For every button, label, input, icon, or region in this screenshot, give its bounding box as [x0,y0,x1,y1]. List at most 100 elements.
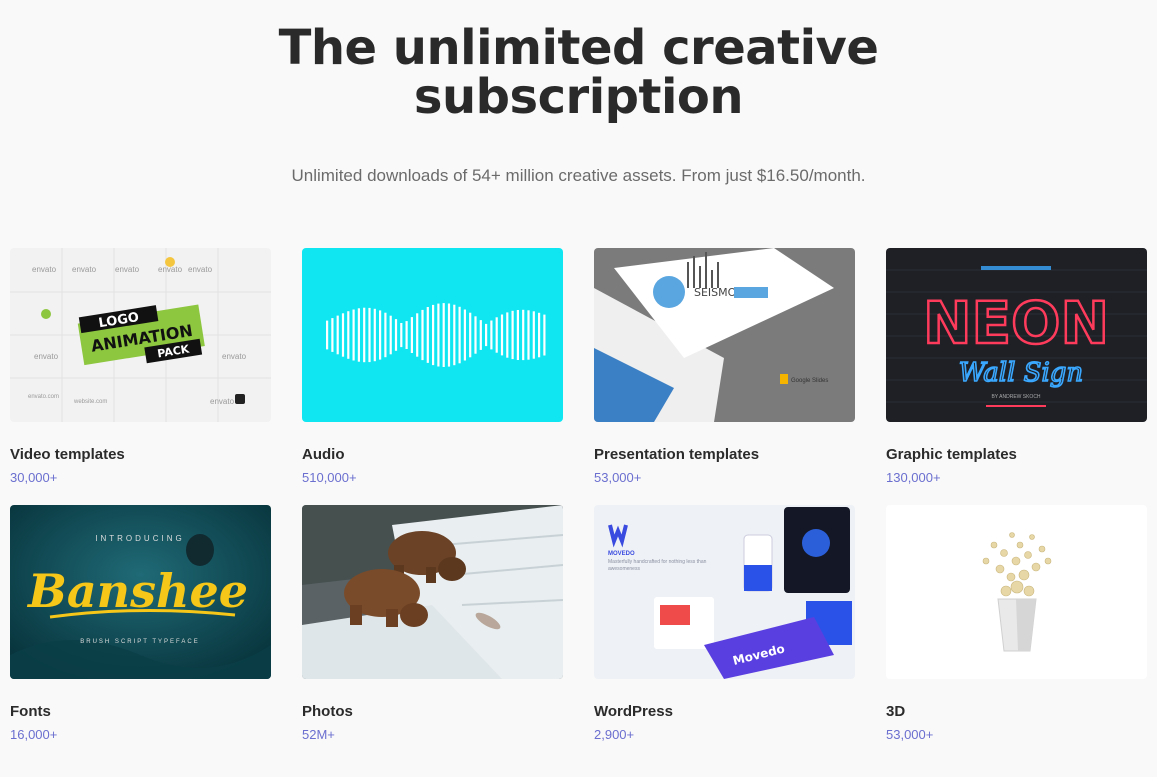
category-count: 53,000+ [886,727,934,742]
brush-script-label: BRUSH SCRIPT TYPEFACE [80,639,199,645]
waveform-bar [389,315,392,355]
waveform-bar [368,307,371,363]
category-card-wordpress[interactable]: MOVEDO Masterfully handcrafted for nothi… [594,505,855,742]
neon-sign-image: NEON Wall Sign BY ANDREW SKOCH [886,248,1147,422]
category-card-graphic-templates[interactable]: NEON Wall Sign BY ANDREW SKOCH Graphic t… [886,248,1147,485]
waveform-bar [469,312,472,358]
audio-thumbnail[interactable] [302,248,563,422]
movedo-theme-image: MOVEDO Masterfully handcrafted for nothi… [594,505,855,679]
category-count: 2,900+ [594,727,635,742]
waveform-bar [458,306,461,364]
category-count: 52M+ [302,727,335,742]
logo-animation-image: envato envato envato envato envato envat… [10,248,271,422]
category-title[interactable]: Video templates [10,446,271,463]
waveform-bar [384,312,387,358]
category-count: 16,000+ [10,727,58,742]
waveform-bar [543,314,546,356]
envato-mark: envato [115,265,140,274]
envato-mark: envato [210,397,235,406]
3d-thumbnail[interactable] [886,505,1147,679]
waveform-bar [527,310,530,360]
envato-mark: envato [222,352,247,361]
waveform-bar [421,309,424,361]
waveform-bar [437,303,440,367]
category-count: 30,000+ [10,470,58,485]
waveform-bar [400,323,403,348]
waveform-bar [416,313,419,357]
waveform-bar [522,309,525,361]
waveform-bar [331,318,334,352]
envato-mark: envato [72,265,97,274]
waveform-bar [538,312,541,358]
waveform-bar [326,320,329,350]
category-card-video-templates[interactable]: envato envato envato envato envato envat… [10,248,271,485]
page-subtitle: Unlimited downloads of 54+ million creat… [291,166,866,185]
seismo-label: SEISMO [694,286,737,299]
waveform-bar [410,317,413,353]
waveform-bar [495,317,498,353]
category-card-3d[interactable]: 3D 53,000+ [886,505,1147,742]
category-title[interactable]: WordPress [594,703,855,720]
wordpress-thumbnail[interactable]: MOVEDO Masterfully handcrafted for nothi… [594,505,855,679]
author-label: BY ANDREW SKOCH [991,394,1040,400]
waveform-bar [373,308,376,362]
page-title-line1: The unlimited creative [278,20,879,76]
category-count: 53,000+ [594,470,642,485]
waveform-bar [405,321,408,349]
movedo-logo-label: MOVEDO [608,551,635,557]
category-card-fonts[interactable]: INTRODUCING Banshee BRUSH SCRIPT TYPEFAC… [10,505,271,742]
introducing-label: INTRODUCING [95,534,184,543]
category-title[interactable]: Fonts [10,703,271,720]
waveform-bar [394,319,398,351]
waveform-bar [453,304,456,366]
page-title-line2: subscription [413,69,744,125]
category-title[interactable]: Photos [302,703,563,720]
wall-sign-word: Wall Sign [959,358,1083,388]
waveform-bar [336,315,339,355]
category-title[interactable]: 3D [886,703,1147,720]
presentation-slides-image: SEISMO Google Slides [594,248,855,422]
presentation-templates-thumbnail[interactable]: SEISMO Google Slides [594,248,855,422]
wordpress-tagline: Masterfully handcrafted for nothing less… [608,559,707,572]
waveform-bar [506,312,509,358]
category-card-audio[interactable]: Audio 510,000+ [302,248,563,485]
waveform-bar [532,311,535,359]
audio-waveform-icon [326,303,546,367]
waveform-bar [500,314,504,356]
neon-word: NEON [923,289,1109,357]
category-grid: envato envato envato envato envato envat… [10,248,1147,742]
waveform-bar [341,313,345,357]
category-title[interactable]: Audio [302,446,563,463]
waveform-bar [426,307,429,363]
envato-mark: envato [188,265,213,274]
waveform-bar [511,310,514,360]
fonts-thumbnail[interactable]: INTRODUCING Banshee BRUSH SCRIPT TYPEFAC… [10,505,271,679]
waveform-bar [447,303,451,367]
waveform-bar [347,311,350,359]
category-title[interactable]: Graphic templates [886,446,1147,463]
waveform-bar [432,304,435,366]
graphic-templates-thumbnail[interactable]: NEON Wall Sign BY ANDREW SKOCH [886,248,1147,422]
photos-thumbnail[interactable] [302,505,563,679]
banshee-font-image: INTRODUCING Banshee BRUSH SCRIPT TYPEFAC… [10,505,271,679]
envato-com-label: envato.com [28,394,59,400]
waveform-bar [442,303,445,367]
category-card-photos[interactable]: Photos 52M+ [302,505,563,742]
category-count: 510,000+ [302,470,357,485]
bears-waterfall-image [302,505,563,679]
waveform-bar [479,320,482,350]
waveform-bar [352,309,355,361]
waveform-bar [379,310,382,360]
waveform-bar [516,310,519,360]
waveform-bar [363,307,366,363]
video-templates-thumbnail[interactable]: envato envato envato envato envato envat… [10,248,271,422]
envato-mark: envato [34,352,59,361]
waveform-bar [485,323,488,347]
envato-mark: envato [32,265,57,274]
website-com-label: website.com [73,399,107,405]
waveform-bar [357,308,360,362]
category-card-presentation-templates[interactable]: SEISMO Google Slides Presentation templa… [594,248,855,485]
waveform-bar [490,320,493,350]
popcorn-3d-image [886,505,1147,679]
category-title[interactable]: Presentation templates [594,446,855,463]
